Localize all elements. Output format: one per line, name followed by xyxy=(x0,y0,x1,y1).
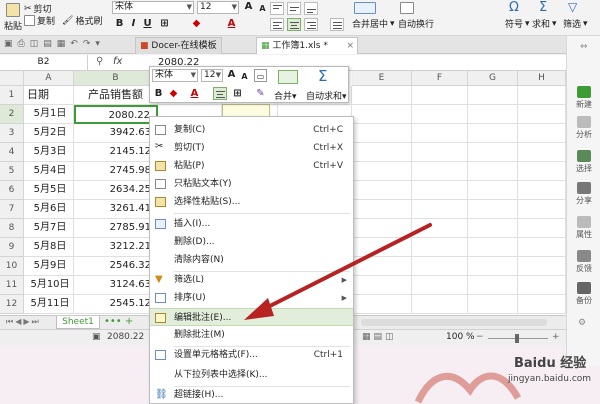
baidu-watermark: Baidu 经验 jingyan.baidu.com xyxy=(410,346,600,404)
watermark-brand: Baidu 经验 xyxy=(514,356,587,371)
annotation-arrow xyxy=(244,223,432,320)
watermark-url: jingyan.baidu.com xyxy=(508,374,592,384)
